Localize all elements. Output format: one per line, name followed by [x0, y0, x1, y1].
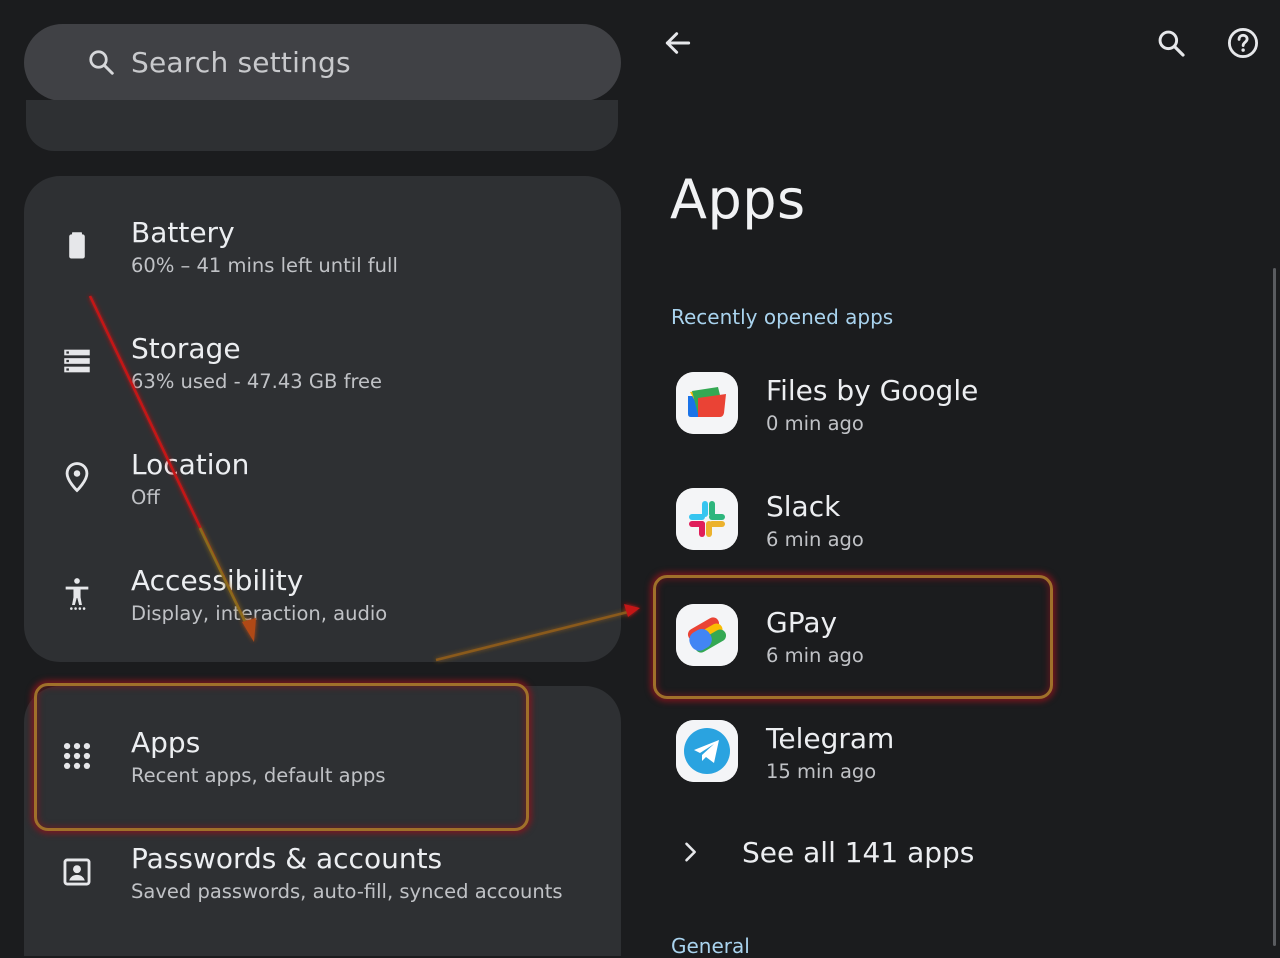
app-name: Telegram — [766, 722, 895, 755]
app-name: Files by Google — [766, 374, 979, 407]
back-arrow-icon[interactable] — [662, 27, 694, 59]
location-pin-icon — [65, 462, 89, 493]
search-icon[interactable] — [1155, 27, 1187, 59]
search-placeholder: Search settings — [131, 46, 351, 79]
help-icon[interactable] — [1226, 26, 1260, 60]
settings-item-title: Passwords & accounts — [131, 842, 443, 875]
settings-item-subtitle: Saved passwords, auto-fill, synced accou… — [131, 880, 563, 903]
app-last-opened: 6 min ago — [766, 644, 864, 667]
settings-item-subtitle: Off — [131, 486, 160, 509]
settings-item-title: Apps — [131, 726, 201, 759]
chevron-right-icon — [685, 842, 696, 862]
search-icon — [89, 50, 114, 75]
settings-item-title: Battery — [131, 216, 235, 249]
settings-item-battery[interactable]: Battery 60% – 41 mins left until full — [24, 176, 621, 292]
settings-card-system: Battery 60% – 41 mins left until full St… — [24, 176, 621, 662]
general-section-header: General — [671, 934, 750, 958]
settings-list-pane: Search settings Battery 60% – 41 mins le… — [0, 0, 644, 956]
settings-item-subtitle: Display, interaction, audio — [131, 602, 388, 625]
battery-icon — [69, 232, 85, 259]
settings-item-subtitle: 63% used - 47.43 GB free — [131, 370, 383, 393]
recent-app-gpay[interactable]: GPay 6 min ago — [644, 604, 1064, 714]
settings-item-subtitle: 60% – 41 mins left until full — [131, 254, 398, 277]
files-by-google-icon — [676, 372, 738, 434]
settings-item-location[interactable]: Location Off — [24, 408, 621, 524]
settings-item-subtitle: Recent apps, default apps — [131, 764, 386, 787]
gpay-icon — [676, 604, 738, 666]
settings-item-passwords-accounts[interactable]: Passwords & accounts Saved passwords, au… — [24, 802, 621, 918]
settings-item-title: Storage — [131, 332, 241, 365]
page-title: Apps — [670, 168, 806, 231]
see-all-apps-label: See all 141 apps — [742, 836, 975, 869]
search-settings-bar[interactable]: Search settings — [24, 24, 621, 101]
slack-icon — [676, 488, 738, 550]
app-last-opened: 0 min ago — [766, 412, 864, 435]
account-box-icon — [63, 858, 91, 886]
apps-grid-icon — [63, 742, 91, 770]
telegram-icon — [676, 720, 738, 782]
settings-item-accessibility[interactable]: Accessibility Display, interaction, audi… — [24, 524, 621, 640]
app-name: Slack — [766, 490, 841, 523]
accessibility-icon — [65, 578, 89, 610]
app-last-opened: 6 min ago — [766, 528, 864, 551]
recent-app-slack[interactable]: Slack 6 min ago — [644, 488, 1064, 598]
settings-card-apps: Apps Recent apps, default apps Passwords… — [24, 686, 621, 956]
app-last-opened: 15 min ago — [766, 760, 877, 783]
settings-item-apps[interactable]: Apps Recent apps, default apps — [24, 686, 621, 802]
apps-detail-pane: Apps Recently opened apps Files by Googl… — [644, 0, 1280, 958]
recent-app-telegram[interactable]: Telegram 15 min ago — [644, 720, 1064, 830]
previous-settings-card — [26, 100, 618, 151]
storage-icon — [64, 349, 90, 373]
see-all-apps-button[interactable]: See all 141 apps — [674, 830, 1074, 880]
recently-opened-header: Recently opened apps — [671, 305, 894, 329]
settings-item-title: Location — [131, 448, 250, 481]
app-name: GPay — [766, 606, 838, 639]
settings-item-storage[interactable]: Storage 63% used - 47.43 GB free — [24, 292, 621, 408]
recent-app-files-by-google[interactable]: Files by Google 0 min ago — [644, 372, 1064, 482]
settings-item-title: Accessibility — [131, 564, 304, 597]
scrollbar[interactable] — [1273, 268, 1276, 946]
